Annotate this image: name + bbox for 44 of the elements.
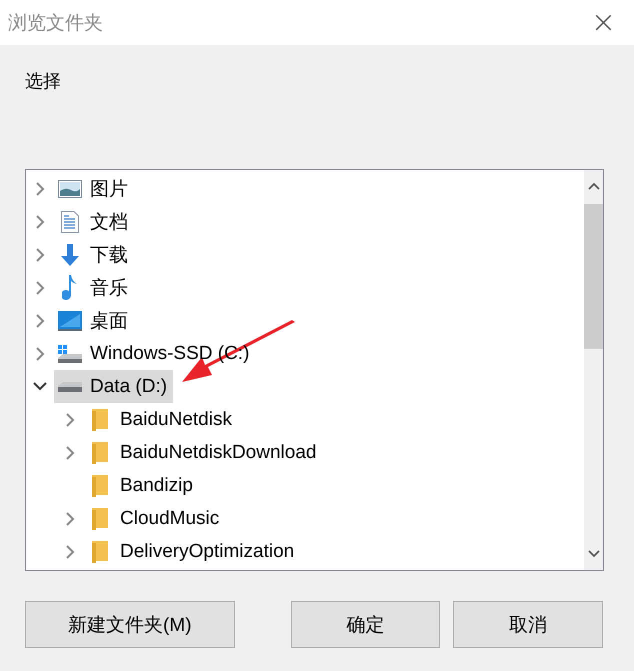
document-icon	[61, 210, 79, 232]
expand-chevron-icon[interactable]	[36, 280, 44, 294]
close-button[interactable]: ×	[584, 8, 622, 38]
expand-chevron-icon[interactable]	[36, 182, 44, 196]
tree-item[interactable]: BaiduNetdisk	[84, 403, 238, 436]
download-arrow-icon	[60, 244, 80, 266]
system-drive-icon	[57, 344, 83, 364]
tree-item[interactable]: DeliveryOptimization	[84, 535, 300, 568]
drive-icon	[57, 380, 83, 392]
desktop-icon	[58, 310, 82, 330]
window-title: 浏览文件夹	[8, 12, 103, 36]
folder-icon	[92, 540, 108, 562]
tree-item[interactable]: BaiduNetdiskDownload	[84, 436, 322, 469]
dialog-button[interactable]: 确定	[290, 601, 440, 648]
tree-item[interactable]: CloudMusic	[84, 502, 226, 535]
tree-item[interactable]: 音乐	[54, 271, 134, 304]
tree-item[interactable]: Data (D:)	[54, 370, 174, 403]
dialog-button[interactable]: 新建文件夹(M)	[25, 601, 235, 648]
expand-chevron-icon[interactable]	[66, 412, 74, 426]
folder-icon	[92, 508, 108, 530]
expand-chevron-icon[interactable]	[66, 512, 74, 526]
collapse-chevron-icon[interactable]	[33, 382, 47, 391]
tree-item[interactable]: 桌面	[54, 304, 134, 337]
tree-item[interactable]: Bandizip	[84, 469, 199, 502]
dialog-button[interactable]: 取消	[453, 601, 603, 648]
tree-item[interactable]: 文档	[54, 205, 134, 238]
folder-icon	[92, 442, 108, 464]
tree-item[interactable]: 图片	[54, 172, 134, 205]
expand-chevron-icon[interactable]	[36, 214, 44, 228]
expand-chevron-icon[interactable]	[66, 544, 74, 558]
scroll-thumb[interactable]	[584, 204, 603, 349]
expand-chevron-icon[interactable]	[36, 346, 44, 360]
scroll-down-icon[interactable]	[588, 550, 600, 558]
music-note-icon	[62, 274, 78, 300]
tree-item[interactable]: 下载	[54, 238, 134, 271]
scroll-up-icon[interactable]	[588, 182, 600, 190]
expand-chevron-icon[interactable]	[36, 248, 44, 262]
folder-icon	[92, 474, 108, 496]
expand-chevron-icon[interactable]	[36, 314, 44, 328]
folder-icon	[92, 408, 108, 430]
picture-icon	[58, 180, 82, 198]
expand-chevron-icon[interactable]	[66, 446, 74, 460]
scrollbar[interactable]	[584, 170, 603, 570]
prompt-label: 选择	[25, 70, 61, 93]
